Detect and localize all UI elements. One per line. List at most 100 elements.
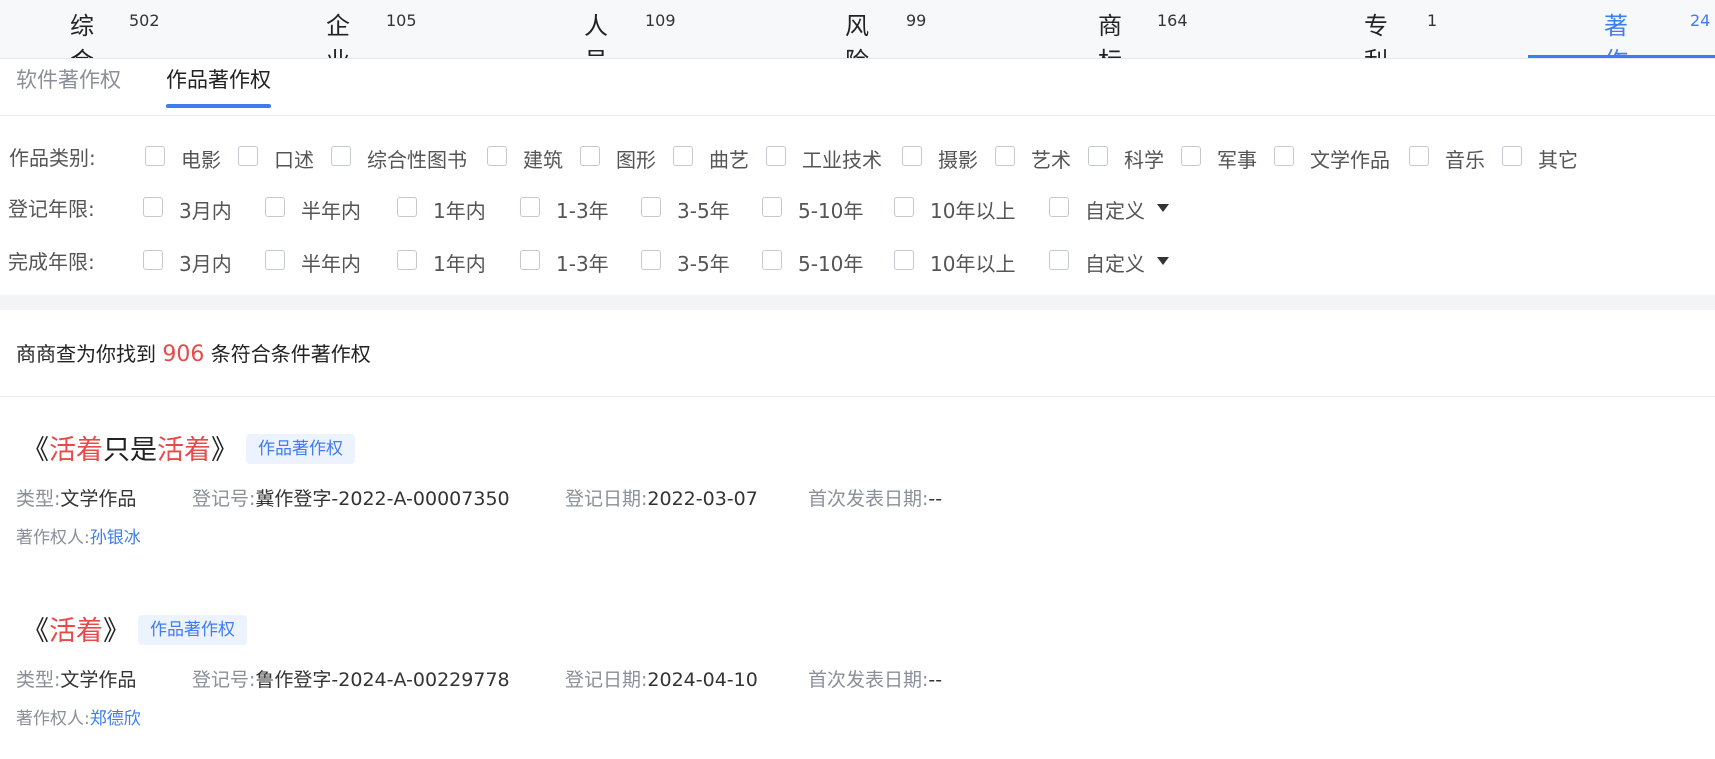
checkbox[interactable]: [397, 197, 417, 217]
option-label: 建筑: [523, 148, 563, 172]
nav-tab-count: 109: [645, 11, 676, 30]
checkbox[interactable]: [1409, 146, 1429, 166]
checkbox[interactable]: [1088, 146, 1108, 166]
checkbox[interactable]: [1049, 250, 1069, 270]
checkbox[interactable]: [331, 146, 351, 166]
copyright-owner: 著作权人:郑德欣: [16, 704, 141, 729]
filter-label: 登记年限:: [8, 197, 95, 221]
checkbox[interactable]: [1274, 146, 1294, 166]
summary-prefix: 商商查为你找到: [16, 342, 156, 366]
nav-tab-label: 综合: [70, 12, 94, 58]
checkbox[interactable]: [641, 250, 661, 270]
filter-row-complete-period: 完成年限: 3月内 半年内 1年内 1-3年 3-5年 5-10年 10年以上 …: [0, 240, 1715, 280]
title-part: 只是: [103, 435, 157, 466]
checkbox[interactable]: [145, 146, 165, 166]
nav-tab-label: 著作权: [1604, 12, 1628, 58]
meta-value: 2024-04-10: [647, 669, 758, 691]
owner-key: 著作权人:: [16, 528, 90, 548]
checkbox[interactable]: [238, 146, 258, 166]
nav-tab-count: 105: [386, 11, 417, 30]
checkbox[interactable]: [520, 197, 540, 217]
option-label: 口述: [274, 148, 314, 172]
checkbox[interactable]: [487, 146, 507, 166]
result-card: 《活着》 作品著作权 类型:文学作品 登记号:鲁作登字-2024-A-00229…: [0, 609, 1715, 759]
owner-link[interactable]: 郑德欣: [90, 709, 141, 729]
checkbox[interactable]: [265, 250, 285, 270]
type-tag: 作品著作权: [138, 615, 247, 645]
option-label: 自定义: [1085, 252, 1145, 276]
checkbox[interactable]: [143, 250, 163, 270]
title-part: 《: [22, 435, 49, 466]
option-label: 音乐: [1445, 148, 1485, 172]
meta-value: --: [928, 488, 943, 510]
option-label: 电影: [181, 148, 221, 172]
nav-tab-count: 164: [1157, 11, 1188, 30]
option-label: 文学作品: [1310, 148, 1390, 172]
category-nav: 综合 502 企业 105 人员 109 风险 99 商标 164 专利 1 著…: [0, 0, 1715, 59]
result-title[interactable]: 《活着只是活着》: [22, 428, 238, 467]
title-highlight: 活着: [49, 435, 103, 466]
title-part: 》: [211, 435, 238, 466]
title-part: 《: [22, 616, 49, 647]
checkbox[interactable]: [641, 197, 661, 217]
result-title[interactable]: 《活着》: [22, 609, 130, 648]
subtab-work-copyright[interactable]: 作品著作权: [166, 64, 271, 94]
meta-key: 类型:: [16, 669, 61, 691]
checkbox[interactable]: [762, 250, 782, 270]
nav-tab-label: 商标: [1098, 12, 1122, 58]
checkbox[interactable]: [143, 197, 163, 217]
meta-key: 类型:: [16, 488, 61, 510]
meta-key: 首次发表日期:: [808, 488, 929, 510]
owner-link[interactable]: 孙银冰: [90, 528, 141, 548]
meta-regno: 登记号:鲁作登字-2024-A-00229778: [192, 665, 510, 692]
checkbox[interactable]: [1181, 146, 1201, 166]
nav-tab-count: 502: [129, 11, 160, 30]
meta-value: --: [928, 669, 943, 691]
option-label: 图形: [616, 148, 656, 172]
result-summary: 商商查为你找到 906 条符合条件著作权: [16, 338, 371, 367]
checkbox[interactable]: [673, 146, 693, 166]
option-label: 自定义: [1085, 199, 1145, 223]
option-label: 半年内: [301, 199, 361, 223]
option-label: 曲艺: [709, 148, 749, 172]
option-label: 3-5年: [677, 252, 730, 276]
option-label: 1年内: [433, 252, 486, 276]
option-label: 3-5年: [677, 199, 730, 223]
meta-type: 类型:文学作品: [16, 665, 136, 692]
option-label: 1年内: [433, 199, 486, 223]
meta-value: 2022-03-07: [647, 488, 758, 510]
checkbox[interactable]: [766, 146, 786, 166]
meta-value: 文学作品: [60, 669, 137, 691]
checkbox[interactable]: [265, 197, 285, 217]
nav-tab-count: 1: [1427, 11, 1438, 30]
checkbox[interactable]: [520, 250, 540, 270]
meta-regdate: 登记日期:2022-03-07: [565, 484, 758, 511]
checkbox[interactable]: [1049, 197, 1069, 217]
option-label: 工业技术: [802, 148, 882, 172]
checkbox[interactable]: [580, 146, 600, 166]
option-label: 摄影: [938, 148, 978, 172]
option-label: 5-10年: [798, 199, 864, 223]
checkbox[interactable]: [397, 250, 417, 270]
checkbox[interactable]: [762, 197, 782, 217]
title-highlight: 活着: [157, 435, 211, 466]
caret-down-icon[interactable]: [1157, 257, 1169, 265]
option-label: 5-10年: [798, 252, 864, 276]
meta-key: 登记号:: [192, 488, 256, 510]
divider: [0, 396, 1715, 397]
option-label: 军事: [1217, 148, 1257, 172]
subtab-software-copyright[interactable]: 软件著作权: [16, 64, 121, 94]
nav-tab-count: 99: [906, 11, 927, 30]
meta-value: 文学作品: [60, 488, 137, 510]
nav-tab-label: 风险: [845, 12, 869, 58]
checkbox[interactable]: [894, 197, 914, 217]
meta-key: 登记日期:: [565, 488, 648, 510]
checkbox[interactable]: [894, 250, 914, 270]
checkbox[interactable]: [1502, 146, 1522, 166]
owner-key: 著作权人:: [16, 709, 90, 729]
checkbox[interactable]: [902, 146, 922, 166]
caret-down-icon[interactable]: [1157, 204, 1169, 212]
meta-value: 冀作登字-2022-A-00007350: [255, 488, 510, 510]
checkbox[interactable]: [995, 146, 1015, 166]
result-count: 906: [162, 342, 205, 367]
